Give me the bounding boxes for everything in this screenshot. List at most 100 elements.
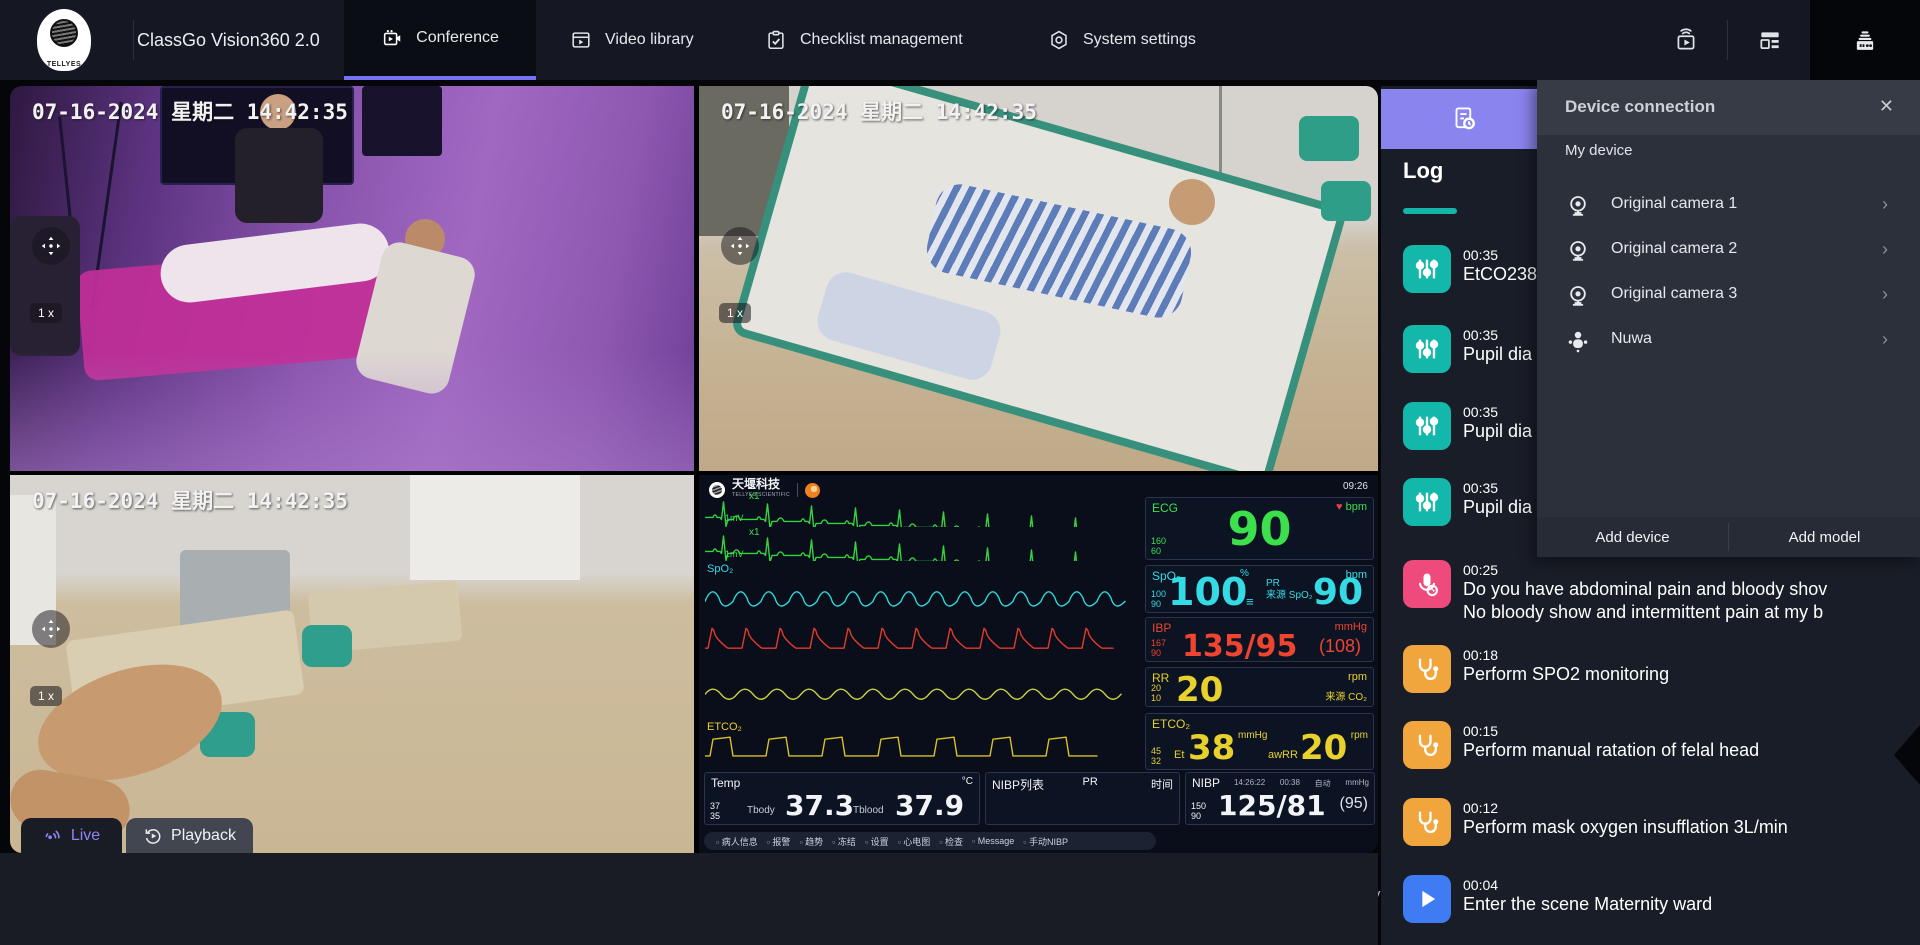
temp-panel: Temp °C 3735 Tbody 37.3 Tblood 37.9 <box>704 772 980 825</box>
tab-system-settings[interactable]: System settings <box>1048 0 1196 80</box>
ecg-limits: 16060 <box>1151 536 1166 556</box>
top-nav: TELLYES ClassGo Vision360 2.0 Conference… <box>0 0 1920 80</box>
video-feed-2[interactable]: 07-16-2024 星期二 14:42:35 1 x <box>699 86 1378 471</box>
tab-video-library[interactable]: Video library <box>570 0 694 80</box>
device-item-original-camera-3[interactable]: Original camera 3› <box>1537 276 1920 316</box>
tab-conference[interactable]: Conference <box>344 0 536 80</box>
spo2-value: 100 <box>1168 570 1247 614</box>
add-device-button[interactable]: Add device <box>1537 517 1728 557</box>
rr-limits: 2010 <box>1151 683 1161 703</box>
video-feed-monitor[interactable]: 天堰科技TELLYES SCIENTIFIC 09:26 x1 1mV x1 1… <box>699 475 1378 853</box>
pan-control[interactable] <box>32 610 70 648</box>
log-entry-text: 00:18Perform SPO2 monitoring <box>1463 645 1669 693</box>
device-connection-button[interactable] <box>1810 0 1920 80</box>
monitor-menu-item[interactable]: 设置 <box>865 835 889 848</box>
device-item-label: Nuwa <box>1611 330 1652 348</box>
close-icon[interactable]: ✕ <box>1873 94 1900 119</box>
monitor-menu-item[interactable]: 趋势 <box>799 835 823 848</box>
tab-playback-label: Playback <box>171 827 236 845</box>
pan-arrows-icon <box>38 233 64 259</box>
nibp-list-col-time: 时间 <box>1151 776 1173 792</box>
tblood-value: 37.9 <box>895 789 964 822</box>
stethoscope-icon <box>1403 645 1451 693</box>
tab-playback[interactable]: Playback <box>126 818 253 853</box>
log-entry[interactable]: 00:35Pupil dia <box>1403 325 1532 373</box>
rr-value: 20 <box>1176 670 1223 710</box>
monitor-menu-item[interactable]: 手动NIBP <box>1023 835 1068 848</box>
log-entry-line: Pupil dia <box>1463 496 1532 519</box>
log-entry-text: 00:04Enter the scene Maternity ward <box>1463 875 1712 923</box>
video-grid: 07-16-2024 星期二 14:42:35 1 x 07-16-2024 星… <box>10 86 1378 853</box>
screencast-button[interactable] <box>1662 0 1710 80</box>
tbody-label: Tbody <box>747 805 775 816</box>
layout-icon <box>1757 27 1783 53</box>
corner-notch <box>1894 725 1920 785</box>
chevron-right-icon[interactable]: › <box>1882 239 1888 260</box>
et-label: Et <box>1174 749 1184 761</box>
chevron-right-icon[interactable]: › <box>1882 284 1888 305</box>
tab-live[interactable]: Live <box>21 818 122 853</box>
video-feed-3[interactable]: 07-16-2024 星期二 14:42:35 1 x <box>10 475 694 853</box>
nibp-list-panel: NIBP列表 PR 时间 <box>985 772 1180 825</box>
webcam-icon <box>1565 193 1591 219</box>
log-entry[interactable]: 00:35Pupil dia <box>1403 402 1532 450</box>
monitor-menu-item[interactable]: 检查 <box>939 835 963 848</box>
pan-control[interactable] <box>721 227 759 265</box>
monitor-menu-item[interactable]: 病人信息 <box>716 835 758 848</box>
log-entry[interactable]: 00:35EtCO238 <box>1403 245 1537 293</box>
pan-control[interactable] <box>32 227 70 265</box>
nibp-panel: NIBP 14:26:2200:38自动mmHg 15090 125/81 (9… <box>1185 772 1375 825</box>
robot-icon <box>1565 328 1591 354</box>
add-model-button[interactable]: Add model <box>1729 517 1920 557</box>
video-library-icon <box>570 29 592 51</box>
layout-button[interactable] <box>1746 0 1794 80</box>
zoom-level-badge[interactable]: 1 x <box>719 303 751 323</box>
log-entry[interactable]: 00:12Perform mask oxygen insufflation 3L… <box>1403 798 1788 846</box>
log-entry[interactable]: 00:04Enter the scene Maternity ward <box>1403 875 1712 923</box>
scene-chair <box>1321 181 1371 221</box>
spo2-limits: 10090 <box>1151 589 1166 609</box>
app-title: ClassGo Vision360 2.0 <box>137 0 320 80</box>
log-entry[interactable]: 00:25Do you have abdominal pain and bloo… <box>1403 560 1827 624</box>
playback-icon <box>143 826 163 846</box>
log-title-underline <box>1403 208 1457 214</box>
log-entry[interactable]: 00:35Pupil dia <box>1403 478 1532 526</box>
chevron-right-icon[interactable]: › <box>1882 329 1888 350</box>
log-entry-text: 00:15Perform manual ratation of felal he… <box>1463 721 1759 769</box>
scene-chair <box>302 625 352 667</box>
etco2-limits: 4532 <box>1151 746 1161 766</box>
monitor-menu-item[interactable]: 冻结 <box>832 835 856 848</box>
log-entry-time: 00:35 <box>1463 480 1532 496</box>
log-entry-text: 00:35EtCO238 <box>1463 245 1537 293</box>
monitor-menu-item[interactable]: 报警 <box>767 835 791 848</box>
monitor-menu-item[interactable]: Message <box>972 836 1014 846</box>
device-item-original-camera-2[interactable]: Original camera 2› <box>1537 231 1920 271</box>
monitor-menu-item[interactable]: 心电图 <box>898 835 931 848</box>
sliders-icon <box>1403 402 1451 450</box>
etco2-label: ETCO₂ <box>1152 717 1190 731</box>
spo2-panel: SpO₂ % bpm 100 ≡ PR来源 SpO₂ 90 10090 <box>1145 565 1374 613</box>
log-entry[interactable]: 00:18Perform SPO2 monitoring <box>1403 645 1669 693</box>
monitor-menu-bar[interactable]: 病人信息报警趋势冻结设置心电图检查 Message 手动NIBP <box>704 832 1156 850</box>
stethoscope-icon <box>1403 798 1451 846</box>
log-entry-time: 00:35 <box>1463 327 1532 343</box>
video-feed-1[interactable]: 07-16-2024 星期二 14:42:35 1 x <box>10 86 694 471</box>
chevron-right-icon[interactable]: › <box>1882 194 1888 215</box>
zoom-level-badge[interactable]: 1 x <box>30 686 62 706</box>
device-item-original-camera-1[interactable]: Original camera 1› <box>1537 186 1920 226</box>
ecg-gain-label: x1 <box>749 527 760 538</box>
tab-checklist-management[interactable]: Checklist management <box>765 0 963 80</box>
device-item-nuwa[interactable]: Nuwa › <box>1537 321 1920 361</box>
scene-patient-head <box>1169 179 1215 225</box>
log-entry-line: No bloody show and intermittent pain at … <box>1463 601 1827 624</box>
scene-person <box>235 128 323 223</box>
nibp-list-col-pr: PR <box>1083 776 1098 788</box>
device-connection-panel: Device connection ✕ My device Original c… <box>1537 80 1920 557</box>
device-panel-title: Device connection <box>1565 97 1715 117</box>
scene-pole <box>1219 86 1222 176</box>
app-logo[interactable]: TELLYES <box>0 0 133 80</box>
screencast-icon <box>1673 27 1699 53</box>
scene-screen <box>362 86 442 156</box>
zoom-level-badge[interactable]: 1 x <box>30 303 62 323</box>
log-entry[interactable]: 00:15Perform manual ratation of felal he… <box>1403 721 1759 769</box>
